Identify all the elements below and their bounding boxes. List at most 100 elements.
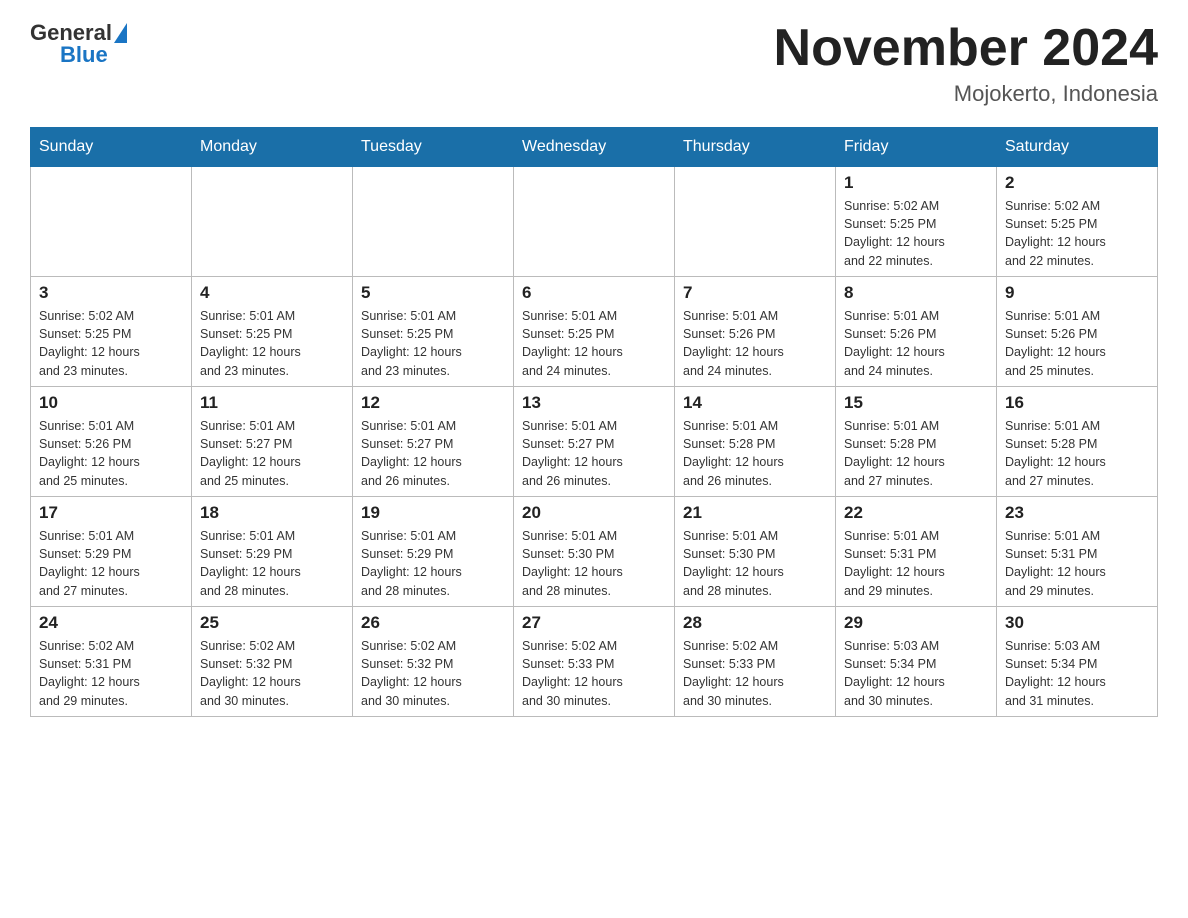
day-header-tuesday: Tuesday [353,128,514,167]
calendar-cell [353,167,514,277]
day-number: 18 [200,503,344,523]
calendar-cell [192,167,353,277]
day-number: 25 [200,613,344,633]
day-number: 24 [39,613,183,633]
calendar-cell: 22 Sunrise: 5:01 AM Sunset: 5:31 PM Dayli… [836,497,997,607]
week-row-3: 10 Sunrise: 5:01 AM Sunset: 5:26 PM Dayli… [31,387,1158,497]
day-info: Sunrise: 5:02 AM Sunset: 5:31 PM Dayligh… [39,637,183,710]
week-row-4: 17 Sunrise: 5:01 AM Sunset: 5:29 PM Dayli… [31,497,1158,607]
calendar-cell: 21 Sunrise: 5:01 AM Sunset: 5:30 PM Dayli… [675,497,836,607]
day-info: Sunrise: 5:01 AM Sunset: 5:26 PM Dayligh… [683,307,827,380]
day-info: Sunrise: 5:01 AM Sunset: 5:27 PM Dayligh… [522,417,666,490]
day-number: 9 [1005,283,1149,303]
calendar-cell: 20Sunrise: 5:01 AM Sunset: 5:30 PM Dayli… [514,497,675,607]
day-info: Sunrise: 5:01 AM Sunset: 5:28 PM Dayligh… [683,417,827,490]
day-header-saturday: Saturday [997,128,1158,167]
calendar-cell: 10 Sunrise: 5:01 AM Sunset: 5:26 PM Dayli… [31,387,192,497]
day-info: Sunrise: 5:01 AM Sunset: 5:25 PM Dayligh… [361,307,505,380]
day-number: 26 [361,613,505,633]
calendar-cell: 16Sunrise: 5:01 AM Sunset: 5:28 PM Dayli… [997,387,1158,497]
day-number: 30 [1005,613,1149,633]
calendar-cell [31,167,192,277]
day-info: Sunrise: 5:01 AM Sunset: 5:26 PM Dayligh… [844,307,988,380]
calendar-cell: 28Sunrise: 5:02 AM Sunset: 5:33 PM Dayli… [675,607,836,717]
day-number: 17 [39,503,183,523]
day-number: 4 [200,283,344,303]
day-number: 22 [844,503,988,523]
day-number: 1 [844,173,988,193]
day-info: Sunrise: 5:01 AM Sunset: 5:27 PM Dayligh… [361,417,505,490]
day-number: 15 [844,393,988,413]
calendar-cell: 14 Sunrise: 5:01 AM Sunset: 5:28 PM Dayli… [675,387,836,497]
calendar-cell: 27Sunrise: 5:02 AM Sunset: 5:33 PM Dayli… [514,607,675,717]
day-info: Sunrise: 5:01 AM Sunset: 5:31 PM Dayligh… [1005,527,1149,600]
week-row-5: 24 Sunrise: 5:02 AM Sunset: 5:31 PM Dayli… [31,607,1158,717]
day-number: 2 [1005,173,1149,193]
day-info: Sunrise: 5:01 AM Sunset: 5:31 PM Dayligh… [844,527,988,600]
day-number: 21 [683,503,827,523]
day-number: 8 [844,283,988,303]
day-info: Sunrise: 5:02 AM Sunset: 5:25 PM Dayligh… [39,307,183,380]
day-info: Sunrise: 5:01 AM Sunset: 5:26 PM Dayligh… [1005,307,1149,380]
day-number: 10 [39,393,183,413]
calendar-cell: 6Sunrise: 5:01 AM Sunset: 5:25 PM Daylig… [514,277,675,387]
week-row-2: 3Sunrise: 5:02 AM Sunset: 5:25 PM Daylig… [31,277,1158,387]
calendar-cell: 19Sunrise: 5:01 AM Sunset: 5:29 PM Dayli… [353,497,514,607]
day-info: Sunrise: 5:02 AM Sunset: 5:32 PM Dayligh… [361,637,505,710]
calendar-cell: 4 Sunrise: 5:01 AM Sunset: 5:25 PM Daylig… [192,277,353,387]
calendar-cell: 24 Sunrise: 5:02 AM Sunset: 5:31 PM Dayli… [31,607,192,717]
calendar-cell: 18 Sunrise: 5:01 AM Sunset: 5:29 PM Dayli… [192,497,353,607]
calendar-table: SundayMondayTuesdayWednesdayThursdayFrid… [30,127,1158,717]
day-info: Sunrise: 5:01 AM Sunset: 5:26 PM Dayligh… [39,417,183,490]
logo-triangle-icon [114,23,127,43]
day-number: 13 [522,393,666,413]
calendar-cell: 30 Sunrise: 5:03 AM Sunset: 5:34 PM Dayli… [997,607,1158,717]
day-info: Sunrise: 5:03 AM Sunset: 5:34 PM Dayligh… [844,637,988,710]
day-info: Sunrise: 5:01 AM Sunset: 5:29 PM Dayligh… [39,527,183,600]
calendar-cell: 8 Sunrise: 5:01 AM Sunset: 5:26 PM Daylig… [836,277,997,387]
day-number: 7 [683,283,827,303]
day-info: Sunrise: 5:02 AM Sunset: 5:32 PM Dayligh… [200,637,344,710]
day-number: 11 [200,393,344,413]
day-header-sunday: Sunday [31,128,192,167]
week-row-1: 1 Sunrise: 5:02 AM Sunset: 5:25 PM Daylig… [31,167,1158,277]
calendar-cell: 17 Sunrise: 5:01 AM Sunset: 5:29 PM Dayli… [31,497,192,607]
day-number: 16 [1005,393,1149,413]
day-info: Sunrise: 5:02 AM Sunset: 5:25 PM Dayligh… [844,197,988,270]
day-info: Sunrise: 5:01 AM Sunset: 5:27 PM Dayligh… [200,417,344,490]
calendar-cell: 5 Sunrise: 5:01 AM Sunset: 5:25 PM Daylig… [353,277,514,387]
title-section: November 2024 Mojokerto, Indonesia [774,20,1158,107]
day-number: 14 [683,393,827,413]
calendar-cell: 26 Sunrise: 5:02 AM Sunset: 5:32 PM Dayli… [353,607,514,717]
day-number: 23 [1005,503,1149,523]
calendar-cell: 1 Sunrise: 5:02 AM Sunset: 5:25 PM Daylig… [836,167,997,277]
day-info: Sunrise: 5:01 AM Sunset: 5:30 PM Dayligh… [683,527,827,600]
day-info: Sunrise: 5:01 AM Sunset: 5:28 PM Dayligh… [844,417,988,490]
month-title: November 2024 [774,20,1158,77]
day-info: Sunrise: 5:02 AM Sunset: 5:25 PM Dayligh… [1005,197,1149,270]
calendar-cell: 15 Sunrise: 5:01 AM Sunset: 5:28 PM Dayli… [836,387,997,497]
day-info: Sunrise: 5:01 AM Sunset: 5:25 PM Dayligh… [200,307,344,380]
day-info: Sunrise: 5:02 AM Sunset: 5:33 PM Dayligh… [683,637,827,710]
day-info: Sunrise: 5:01 AM Sunset: 5:29 PM Dayligh… [200,527,344,600]
calendar-cell: 11 Sunrise: 5:01 AM Sunset: 5:27 PM Dayli… [192,387,353,497]
day-number: 6 [522,283,666,303]
calendar-cell [675,167,836,277]
day-number: 29 [844,613,988,633]
day-number: 5 [361,283,505,303]
day-number: 12 [361,393,505,413]
day-info: Sunrise: 5:02 AM Sunset: 5:33 PM Dayligh… [522,637,666,710]
day-header-friday: Friday [836,128,997,167]
day-header-thursday: Thursday [675,128,836,167]
calendar-cell: 9 Sunrise: 5:01 AM Sunset: 5:26 PM Daylig… [997,277,1158,387]
calendar-cell: 3Sunrise: 5:02 AM Sunset: 5:25 PM Daylig… [31,277,192,387]
calendar-cell: 29 Sunrise: 5:03 AM Sunset: 5:34 PM Dayli… [836,607,997,717]
day-header-monday: Monday [192,128,353,167]
day-info: Sunrise: 5:01 AM Sunset: 5:30 PM Dayligh… [522,527,666,600]
day-info: Sunrise: 5:03 AM Sunset: 5:34 PM Dayligh… [1005,637,1149,710]
calendar-header-row: SundayMondayTuesdayWednesdayThursdayFrid… [31,128,1158,167]
calendar-cell: 12 Sunrise: 5:01 AM Sunset: 5:27 PM Dayli… [353,387,514,497]
day-header-wednesday: Wednesday [514,128,675,167]
calendar-cell: 7 Sunrise: 5:01 AM Sunset: 5:26 PM Daylig… [675,277,836,387]
calendar-cell: 13 Sunrise: 5:01 AM Sunset: 5:27 PM Dayli… [514,387,675,497]
